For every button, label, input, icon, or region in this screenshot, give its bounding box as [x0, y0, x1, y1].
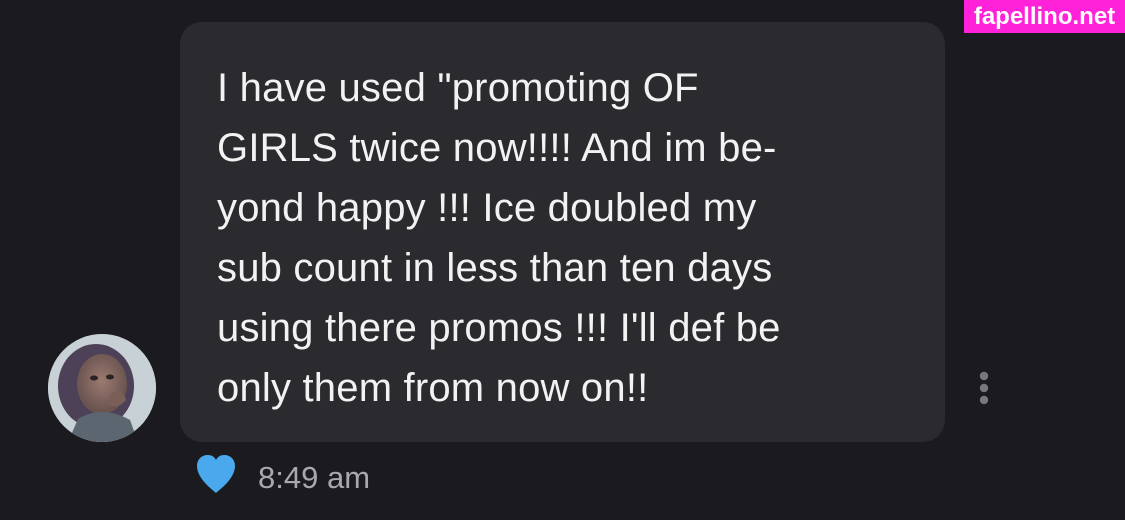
- like-button[interactable]: [193, 451, 239, 497]
- message-line: I have used "promoting OF: [217, 66, 699, 110]
- avatar-image: [48, 334, 156, 442]
- message-line: using there promos !!! I'll def be: [217, 306, 781, 350]
- message-line: only them from now on!!: [217, 366, 649, 410]
- heart-icon: [197, 455, 235, 493]
- more-vertical-icon: [979, 371, 989, 405]
- message-line: sub count in less than ten days: [217, 246, 773, 290]
- more-options-button[interactable]: [972, 369, 996, 409]
- message-line: yond happy !!! Ice doubled my: [217, 186, 757, 230]
- timestamp: 8:49 am: [258, 460, 371, 495]
- watermark: fapellino.net: [964, 0, 1125, 33]
- message-bubble[interactable]: I have used "promoting OF GIRLS twice no…: [180, 22, 945, 442]
- message-text: I have used "promoting OF GIRLS twice no…: [217, 58, 917, 418]
- message-line: GIRLS twice now!!!! And im be-: [217, 126, 777, 170]
- avatar[interactable]: [48, 334, 156, 442]
